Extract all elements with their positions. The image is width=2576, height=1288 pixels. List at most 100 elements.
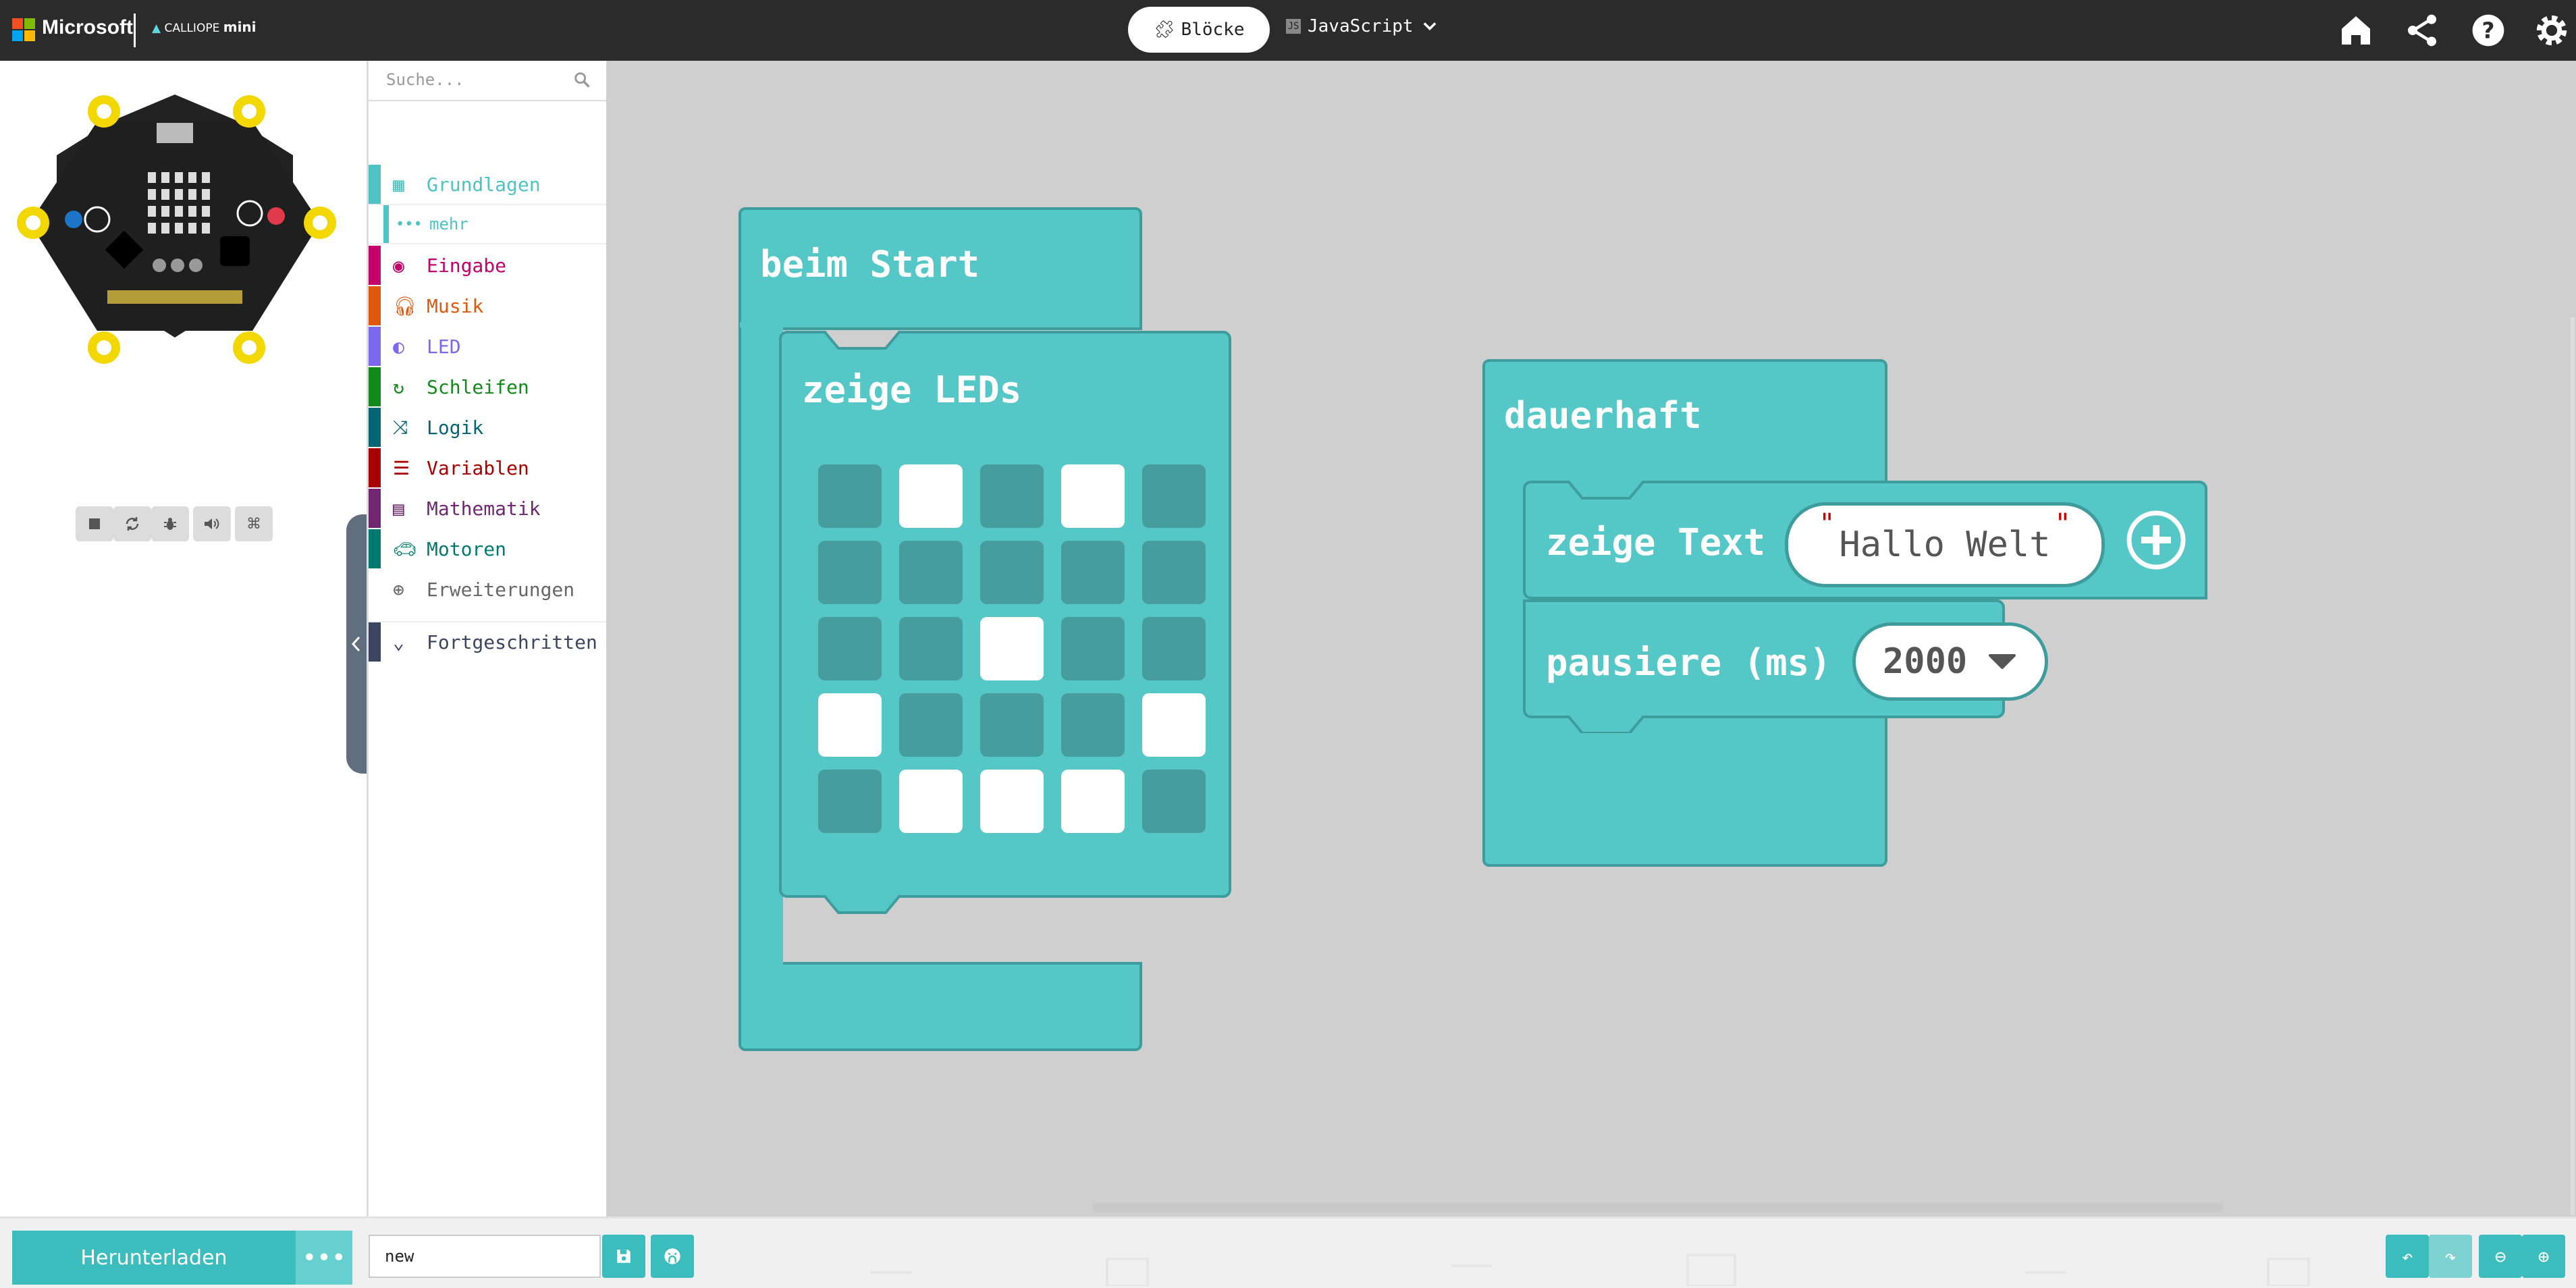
zoom-out-button[interactable]: ⊖ — [2479, 1235, 2522, 1278]
led-cell[interactable] — [899, 541, 963, 604]
add-text-parameter-plus-icon[interactable] — [2125, 509, 2187, 571]
calliope-logo[interactable]: ▲ CALLIOPE mini — [152, 19, 257, 35]
toolbox-category-grundlagen[interactable]: ▦ Grundlagen — [369, 165, 606, 205]
led-cell[interactable] — [899, 770, 963, 833]
category-label: Variablen — [427, 456, 529, 479]
toolbox-category-mathematik[interactable]: ▤ Mathematik — [369, 489, 606, 528]
led-cell[interactable] — [980, 770, 1044, 833]
debug-simulator-button[interactable] — [151, 506, 189, 541]
svg-text:?: ? — [2482, 18, 2495, 44]
calliope-board-simulator[interactable] — [9, 74, 340, 371]
horizontal-scrollbar[interactable] — [1092, 1203, 2224, 1212]
stop-simulator-button[interactable] — [76, 506, 113, 541]
toolbox-category-variablen[interactable]: ☰ Variablen — [369, 448, 606, 487]
led-cell[interactable] — [980, 464, 1044, 528]
search-input[interactable]: Suche... — [386, 70, 464, 89]
javascript-editor-button[interactable]: JS JavaScript — [1286, 16, 1439, 36]
category-color-bar — [369, 327, 381, 366]
blocks-workspace[interactable]: beim Start zeige LEDs dauerhaft zeige Te… — [606, 61, 2576, 1216]
show-text-label[interactable]: zeige Text — [1546, 521, 1765, 564]
led-cell[interactable] — [899, 617, 963, 680]
pause-label[interactable]: pausiere (ms) — [1546, 641, 1831, 684]
toggle-icon: ◐ — [393, 335, 404, 358]
calliope-logo-icon: ▲ — [152, 22, 161, 35]
category-label: Mathematik — [427, 497, 541, 520]
toolbox-category-eingabe[interactable]: ◉ Eingabe — [369, 246, 606, 285]
led-cell[interactable] — [1061, 617, 1125, 680]
github-icon — [664, 1248, 680, 1264]
ellipsis-icon: ••• — [302, 1243, 346, 1272]
zoom-in-button[interactable]: ⊕ — [2522, 1235, 2565, 1278]
blocks-editor-button[interactable]: 🧩︎ Blöcke — [1128, 7, 1270, 53]
microsoft-brand[interactable]: Microsoft — [42, 16, 133, 39]
toolbox-category-schleifen[interactable]: ↻ Schleifen — [369, 367, 606, 406]
mute-simulator-button[interactable] — [193, 506, 231, 541]
more-options-button[interactable]: ••• — [296, 1231, 352, 1285]
led-cell[interactable] — [1061, 770, 1125, 833]
toolbox-search[interactable]: Suche... — [369, 61, 606, 101]
share-icon[interactable] — [2403, 11, 2441, 49]
restart-simulator-button[interactable] — [113, 506, 151, 541]
led-grid[interactable] — [818, 464, 1207, 853]
help-icon[interactable]: ? — [2469, 11, 2507, 49]
redo-button[interactable]: ↷ — [2429, 1235, 2472, 1278]
js-icon: JS — [1286, 19, 1301, 34]
plus-circle-icon: ⊕ — [393, 578, 404, 601]
led-cell[interactable] — [1142, 770, 1206, 833]
microsoft-logo-icon[interactable] — [12, 18, 36, 43]
faded-background-icons — [871, 1254, 2310, 1286]
led-cell[interactable] — [1142, 464, 1206, 528]
led-cell[interactable] — [1061, 464, 1125, 528]
github-button[interactable] — [651, 1235, 694, 1278]
ellipsis-icon: ••• — [396, 215, 423, 233]
text-value: Hallo Welt — [1839, 525, 2051, 565]
led-cell[interactable] — [1061, 693, 1125, 757]
toolbox-category-mehr[interactable]: ••• mehr — [369, 205, 606, 244]
led-cell[interactable] — [1142, 541, 1206, 604]
led-cell[interactable] — [818, 693, 882, 757]
headphones-icon: 🎧︎ — [393, 294, 417, 317]
toolbox-category-fortgeschritten[interactable]: ⌄ Fortgeschritten — [369, 621, 606, 662]
toolbox-category-musik[interactable]: 🎧︎ Musik — [369, 286, 606, 325]
led-cell[interactable] — [818, 464, 882, 528]
redo-icon: ↷ — [2444, 1245, 2457, 1268]
simulator-panel: ⌘ — [0, 61, 367, 1216]
fullscreen-simulator-button[interactable]: ⌘ — [235, 506, 273, 541]
led-cell[interactable] — [818, 541, 882, 604]
header-separator — [134, 14, 136, 47]
led-cell[interactable] — [818, 617, 882, 680]
category-label: Erweiterungen — [427, 578, 575, 601]
toolbox-category-logik[interactable]: ⤨ Logik — [369, 408, 606, 447]
zoom-out-minus-icon: ⊖ — [2494, 1245, 2506, 1268]
led-cell[interactable] — [899, 464, 963, 528]
led-cell[interactable] — [980, 541, 1044, 604]
save-button[interactable] — [602, 1235, 645, 1278]
category-label: Schleifen — [427, 375, 529, 398]
category-label: mehr — [429, 215, 468, 234]
led-cell[interactable] — [980, 617, 1044, 680]
toolbox-category-erweiterungen[interactable]: ⊕ Erweiterungen — [369, 570, 606, 609]
category-label: Musik — [427, 294, 484, 317]
undo-button[interactable]: ↶ — [2386, 1235, 2429, 1278]
settings-gear-icon[interactable] — [2533, 11, 2571, 49]
download-button[interactable]: Herunterladen — [12, 1231, 296, 1285]
collapse-simulator-tab[interactable] — [346, 514, 367, 774]
pause-duration-dropdown[interactable]: 2000 — [1852, 622, 2048, 701]
toolbox-category-led[interactable]: ◐ LED — [369, 327, 606, 366]
show-leds-label[interactable]: zeige LEDs — [802, 369, 1021, 411]
home-icon[interactable] — [2337, 11, 2375, 49]
vertical-scrollbar[interactable] — [2571, 317, 2575, 1215]
led-cell[interactable] — [980, 693, 1044, 757]
save-icon — [617, 1250, 630, 1263]
led-cell[interactable] — [899, 693, 963, 757]
project-name-input[interactable]: new — [369, 1235, 601, 1278]
led-cell[interactable] — [1142, 693, 1206, 757]
led-cell[interactable] — [818, 770, 882, 833]
led-cell[interactable] — [1061, 541, 1125, 604]
search-icon[interactable] — [572, 70, 591, 89]
open-quote-icon: " — [1819, 508, 1835, 539]
toolbox-category-motoren[interactable]: 🚗︎ Motoren — [369, 529, 606, 568]
led-cell[interactable] — [1142, 617, 1206, 680]
text-input-pill[interactable]: " Hallo Welt " — [1785, 502, 2105, 587]
category-color-bar — [369, 246, 381, 285]
